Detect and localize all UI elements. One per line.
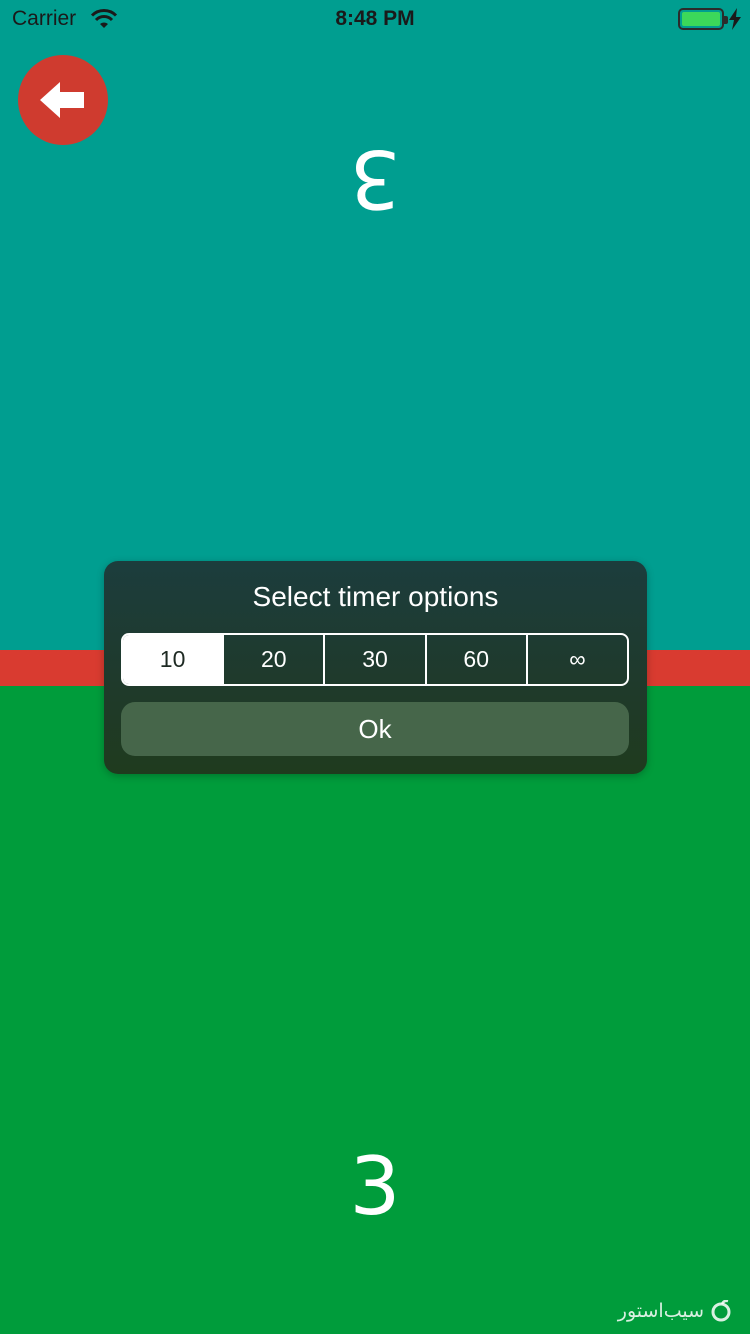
timer-option-30[interactable]: 30 [323,635,424,684]
timer-options-dialog: Select timer options 10 20 30 60 ∞ Ok [104,561,647,774]
timer-segmented-control: 10 20 30 60 ∞ [121,633,629,686]
charging-icon [729,8,741,30]
timer-option-20[interactable]: 20 [222,635,323,684]
timer-option-infinite[interactable]: ∞ [525,635,627,684]
status-bar: Carrier 8:48 PM [0,0,750,40]
watermark-text: سیب‌استور [617,1300,704,1322]
player-top-area[interactable] [0,0,750,650]
battery-icon [678,8,728,30]
ok-button[interactable]: Ok [121,702,629,756]
watermark: سیب‌استور [618,1300,732,1322]
timer-option-60[interactable]: 60 [424,635,526,684]
status-time: 8:48 PM [335,7,415,30]
dialog-title: Select timer options [252,581,499,612]
top-player-score: 3 [349,132,401,225]
arrow-left-icon [40,82,84,118]
timer-option-10[interactable]: 10 [123,635,223,684]
bottom-player-score: 3 [349,1140,401,1233]
player-bottom-area[interactable] [0,686,750,1334]
apple-logo-icon [711,1300,731,1322]
